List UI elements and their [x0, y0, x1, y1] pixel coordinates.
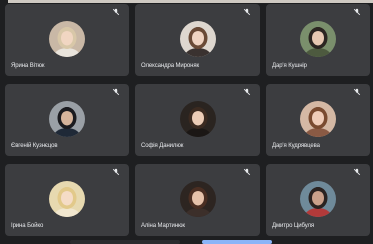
toolbar-active-segment[interactable]: [202, 240, 272, 244]
participant-name: Дар'я Кудрявцева: [272, 143, 320, 149]
participant-tile[interactable]: Аліна Мартинюк: [135, 164, 260, 236]
participant-avatar: [49, 101, 85, 137]
mic-off-icon: [353, 88, 361, 96]
mic-off-icon: [353, 8, 361, 16]
mic-off-icon: [112, 88, 120, 96]
mic-off-icon: [243, 8, 251, 16]
participant-tile[interactable]: Євгеній Кузнєцов: [5, 84, 129, 156]
participant-grid: Ярина Вітюк Олександра Мироняк Дар'я Кушні…: [5, 4, 370, 236]
participant-tile[interactable]: Дар'я Кушнір: [266, 4, 370, 76]
participant-avatar: [300, 101, 336, 137]
mic-off-icon: [353, 168, 361, 176]
participant-tile[interactable]: Ірина Бойко: [5, 164, 129, 236]
participant-avatar: [179, 21, 216, 57]
participant-name: Дмитро Цибуля: [272, 223, 315, 229]
participant-avatar: [300, 181, 336, 217]
participant-avatar: [179, 101, 216, 137]
participant-name: Ярина Вітюк: [11, 63, 45, 69]
participant-name: Євгеній Кузнєцов: [11, 143, 58, 149]
participant-name: Ірина Бойко: [11, 223, 44, 229]
mic-off-icon: [112, 8, 120, 16]
participant-avatar: [49, 21, 85, 57]
participant-tile[interactable]: Олександра Мироняк: [135, 4, 260, 76]
top-edge: [0, 0, 373, 3]
participant-avatar: [49, 181, 85, 217]
participant-name: Дар'я Кушнір: [272, 63, 307, 69]
participant-name: Аліна Мартинюк: [141, 223, 185, 229]
mic-off-icon: [243, 168, 251, 176]
participant-tile[interactable]: Дмитро Цибуля: [266, 164, 370, 236]
participant-tile[interactable]: Ярина Вітюк: [5, 4, 129, 76]
participant-tile[interactable]: Дар'я Кудрявцева: [266, 84, 370, 156]
participant-avatar: [300, 21, 336, 57]
toolbar-segment: [70, 240, 180, 244]
mic-off-icon: [112, 168, 120, 176]
participant-name: Софія Данилюк: [141, 143, 184, 149]
bottom-toolbar: [0, 238, 373, 244]
participant-tile[interactable]: Софія Данилюк: [135, 84, 260, 156]
participant-avatar: [179, 181, 216, 217]
mic-off-icon: [243, 88, 251, 96]
participant-name: Олександра Мироняк: [141, 63, 200, 69]
